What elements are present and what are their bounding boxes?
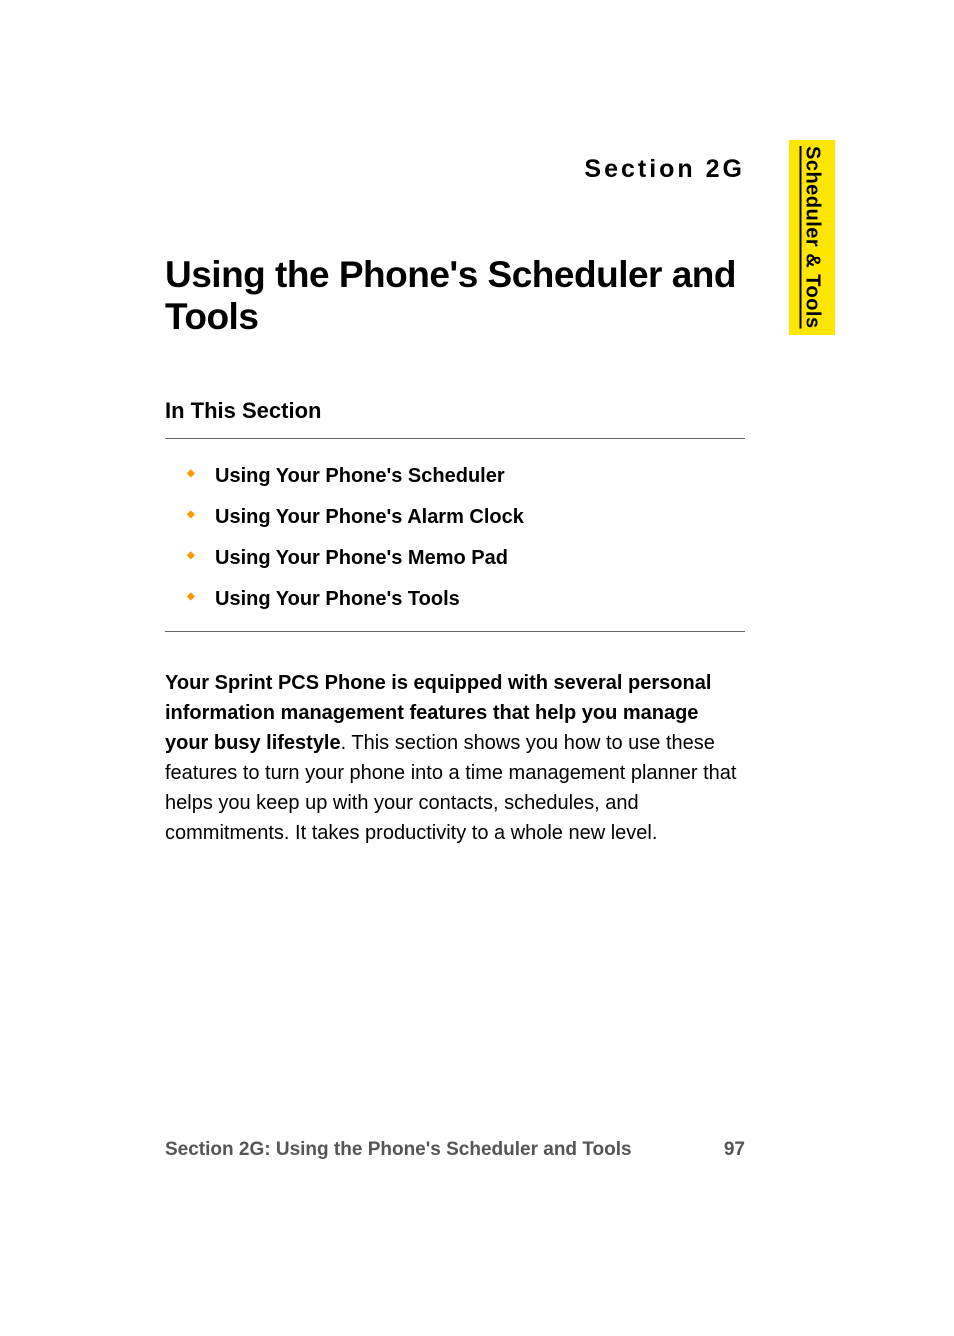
- page-title: Using the Phone's Scheduler and Tools: [165, 254, 745, 338]
- list-item-text: Using Your Phone's Memo Pad: [215, 547, 508, 569]
- section-bullet-list: Using Your Phone's Scheduler Using Your …: [165, 465, 745, 611]
- side-tab: Scheduler & Tools: [789, 140, 835, 335]
- section-label: Section 2G: [165, 155, 745, 184]
- main-content: Section 2G Using the Phone's Scheduler a…: [165, 155, 745, 848]
- list-item: Using Your Phone's Tools: [187, 588, 745, 611]
- list-item: Using Your Phone's Scheduler: [187, 465, 745, 488]
- list-item-text: Using Your Phone's Alarm Clock: [215, 506, 524, 528]
- list-item: Using Your Phone's Memo Pad: [187, 547, 745, 570]
- list-item-text: Using Your Phone's Tools: [215, 588, 460, 610]
- footer-section-label: Section 2G: Using the Phone's Scheduler …: [165, 1139, 632, 1161]
- page-footer: Section 2G: Using the Phone's Scheduler …: [165, 1139, 745, 1161]
- list-item: Using Your Phone's Alarm Clock: [187, 506, 745, 529]
- in-this-section-heading: In This Section: [165, 398, 745, 424]
- list-item-text: Using Your Phone's Scheduler: [215, 465, 505, 487]
- side-tab-label: Scheduler & Tools: [801, 146, 824, 329]
- divider-bottom: [165, 631, 745, 632]
- page-number: 97: [724, 1139, 745, 1161]
- divider-top: [165, 438, 745, 439]
- intro-paragraph: Your Sprint PCS Phone is equipped with s…: [165, 668, 745, 848]
